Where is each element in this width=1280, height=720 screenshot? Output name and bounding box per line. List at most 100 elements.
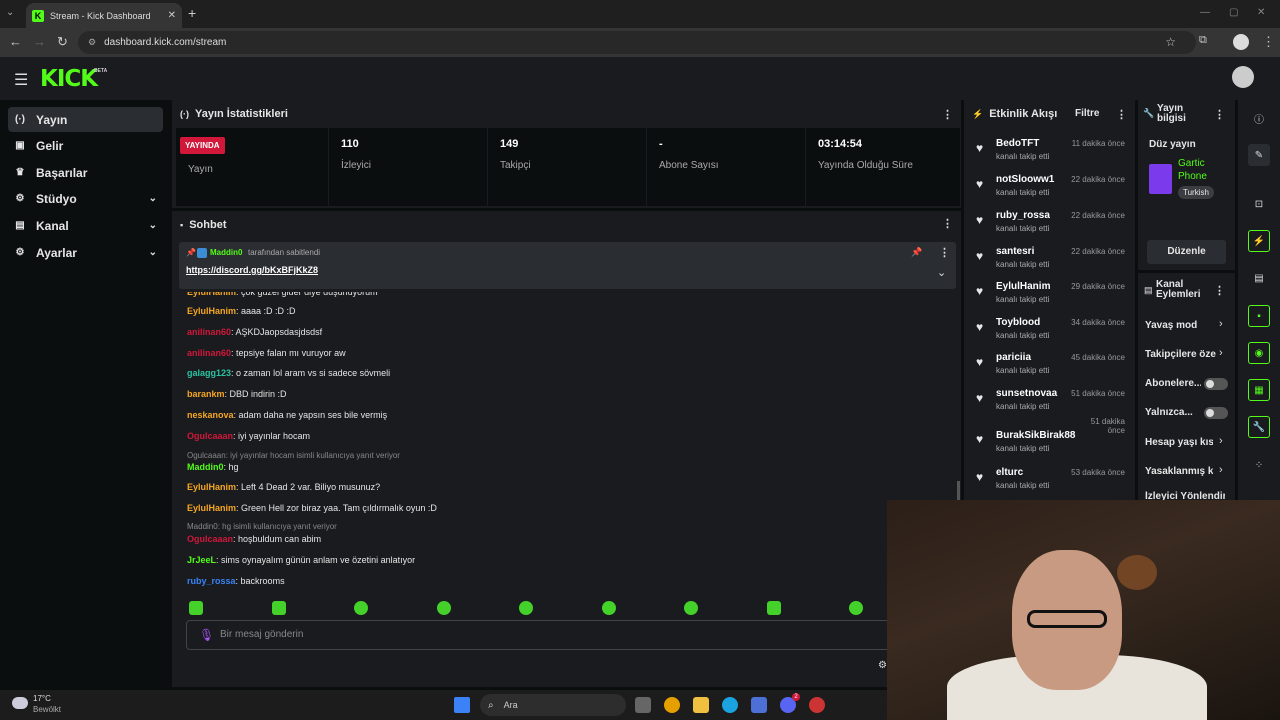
- microphone-icon[interactable]: 🎙: [199, 628, 214, 642]
- emote-icon[interactable]: [849, 601, 863, 615]
- chat-username[interactable]: Maddin0: [187, 462, 224, 472]
- chat-username[interactable]: anilinan60: [187, 348, 231, 358]
- filter-button[interactable]: Filtre: [1075, 108, 1099, 119]
- host-action[interactable]: İzleyici Yönlendir: [1145, 491, 1225, 500]
- event-item[interactable]: ♥ santesri kanalı takip etti 22 dakika önce: [975, 245, 1131, 281]
- emote-icon[interactable]: [519, 601, 533, 615]
- subscribers-only-toggle[interactable]: [1204, 378, 1228, 390]
- layout-icon[interactable]: ▦: [1248, 379, 1270, 401]
- unpin-icon[interactable]: 📌: [911, 247, 922, 258]
- chat-username[interactable]: EylulHanim: [187, 306, 236, 316]
- pinned-by-user[interactable]: Maddin0: [210, 248, 242, 257]
- weather-temp[interactable]: 17°C: [33, 694, 51, 703]
- broadcast-icon[interactable]: ◉: [1248, 342, 1270, 364]
- taskbar-search[interactable]: ⌕ Ara: [480, 694, 626, 716]
- event-item[interactable]: ♥ BedoTFT kanalı takip etti 11 dakika önce: [975, 137, 1131, 173]
- pinned-link[interactable]: https://discord.gg/bKxBFjKkZ8: [186, 265, 318, 275]
- lightning-icon[interactable]: ⚡: [1248, 230, 1270, 252]
- slow-mode-action[interactable]: Yavaş mod: [1145, 320, 1229, 331]
- site-info-icon[interactable]: ⚙: [88, 37, 96, 48]
- chat-settings-icon[interactable]: ⚙: [878, 660, 887, 671]
- document-icon[interactable]: ▤: [1248, 267, 1270, 289]
- extensions-icon[interactable]: ⧉: [1199, 34, 1207, 47]
- window-close-icon[interactable]: ✕: [1257, 7, 1265, 18]
- address-bar[interactable]: ⚙ dashboard.kick.com/stream ☆: [78, 31, 1196, 54]
- event-item[interactable]: ♥ BurakSikBirak88 kanalı takip etti 51 daki…: [975, 417, 1131, 459]
- category-link[interactable]: Gartic Phone: [1178, 157, 1228, 183]
- chat-username[interactable]: JrJeeL: [187, 555, 216, 565]
- chevron-right-icon[interactable]: ›: [1219, 347, 1223, 359]
- kick-logo[interactable]: KICK: [40, 66, 98, 92]
- event-item[interactable]: ♥ pariciia kanalı takip etti 45 dakika önce: [975, 351, 1131, 387]
- chrome-icon[interactable]: [664, 697, 680, 713]
- event-item[interactable]: ♥ Toyblood kanalı takip etti 34 dakika önce: [975, 316, 1131, 352]
- chat-username[interactable]: EylulHanim: [187, 503, 236, 513]
- event-item[interactable]: ♥ ruby_rossa kanalı takip etti 22 dakika ön…: [975, 209, 1131, 245]
- emote-icon[interactable]: [272, 601, 286, 615]
- sidebar-item-yayin[interactable]: (·) Yayın: [8, 107, 163, 132]
- info-icon[interactable]: ⓘ: [1248, 107, 1270, 129]
- emotes-only-toggle[interactable]: [1204, 407, 1228, 419]
- chat-icon[interactable]: ▪: [1248, 305, 1270, 327]
- chat-username[interactable]: Ogulcaaan: [187, 431, 233, 441]
- sidebar-item-kanal[interactable]: ▤ Kanal ⌄: [8, 213, 163, 238]
- chevron-right-icon[interactable]: ›: [1219, 318, 1223, 330]
- profile-icon[interactable]: [1233, 34, 1249, 50]
- task-view-icon[interactable]: [635, 697, 651, 713]
- event-item[interactable]: ♥ elturc kanalı takip etti 53 dakika önce: [975, 466, 1131, 502]
- pinned-options-icon[interactable]: ⋮: [939, 246, 950, 259]
- sidebar-item-studyo[interactable]: ⚙ Stüdyo ⌄: [8, 186, 163, 211]
- browser-menu-icon[interactable]: ⋮: [1262, 34, 1275, 50]
- pencil-icon[interactable]: ✎: [1248, 144, 1270, 166]
- chat-scrollbar[interactable]: [957, 481, 960, 501]
- chat-username[interactable]: EylulHanim: [187, 482, 236, 492]
- minimize-icon[interactable]: —: [1200, 7, 1210, 18]
- more-options-icon[interactable]: ⋮: [1214, 284, 1225, 297]
- emote-icon[interactable]: [684, 601, 698, 615]
- sidebar-item-basarilar[interactable]: ♛ Başarılar: [8, 160, 163, 185]
- file-explorer-icon[interactable]: [693, 697, 709, 713]
- sidebar-item-ayarlar[interactable]: ⚙ Ayarlar ⌄: [8, 240, 163, 265]
- start-windows-icon[interactable]: [454, 697, 470, 713]
- followers-only-action[interactable]: Takipçilere öze: [1145, 349, 1225, 360]
- bookmark-star-icon[interactable]: ☆: [1165, 35, 1176, 49]
- back-icon[interactable]: ←: [9, 34, 22, 49]
- more-options-icon[interactable]: ⋮: [1214, 108, 1225, 121]
- account-age-action[interactable]: Hesap yaşı kısı: [1145, 437, 1213, 448]
- weather-text[interactable]: Bewölkt: [33, 705, 61, 714]
- emote-icon[interactable]: [767, 601, 781, 615]
- chat-username[interactable]: anilinan60: [187, 327, 231, 337]
- app-icon[interactable]: [809, 697, 825, 713]
- more-options-icon[interactable]: ⋮: [942, 217, 953, 230]
- maximize-icon[interactable]: ▢: [1229, 7, 1238, 18]
- hamburger-menu-icon[interactable]: ☰: [14, 70, 28, 90]
- edge-icon[interactable]: [722, 697, 738, 713]
- chat-input[interactable]: 🎙 Bir mesaj gönderin: [186, 620, 896, 650]
- emote-icon[interactable]: [437, 601, 451, 615]
- chat-username[interactable]: ruby_rossa: [187, 576, 236, 586]
- tab-close-icon[interactable]: ✕: [168, 10, 176, 21]
- sidebar-item-gelir[interactable]: ▣ Gelir: [8, 133, 163, 158]
- new-tab-icon[interactable]: +: [188, 5, 196, 21]
- store-icon[interactable]: [751, 697, 767, 713]
- event-item[interactable]: ♥ EylulHanim kanalı takip etti 29 dakika ön…: [975, 280, 1131, 316]
- chat-username[interactable]: galagg123: [187, 368, 231, 378]
- chevron-down-icon[interactable]: ⌄: [937, 266, 946, 279]
- chat-username[interactable]: neskanova: [187, 410, 234, 420]
- banned-words-action[interactable]: Yasaklanmış ke: [1145, 466, 1213, 477]
- more-options-icon[interactable]: ⋮: [1116, 108, 1127, 121]
- chevron-right-icon[interactable]: ›: [1219, 464, 1223, 476]
- chat-username[interactable]: barankm: [187, 389, 225, 399]
- wrench-icon[interactable]: 🔧: [1248, 416, 1270, 438]
- emote-icon[interactable]: [602, 601, 616, 615]
- reload-icon[interactable]: ↻: [57, 34, 68, 50]
- edit-stream-button[interactable]: Düzenle: [1147, 240, 1226, 264]
- tab-search-icon[interactable]: ⌄: [6, 7, 14, 18]
- event-item[interactable]: ♥ notSlooww1 kanalı takip etti 22 dakika ön…: [975, 173, 1131, 209]
- forward-icon[interactable]: →: [33, 34, 46, 49]
- emote-icon[interactable]: [354, 601, 368, 615]
- apps-icon[interactable]: ⁘: [1248, 454, 1270, 476]
- weather-cloud-icon[interactable]: [12, 697, 28, 709]
- emote-icon[interactable]: [189, 601, 203, 615]
- chat-username[interactable]: Ogulcaaan: [187, 534, 233, 544]
